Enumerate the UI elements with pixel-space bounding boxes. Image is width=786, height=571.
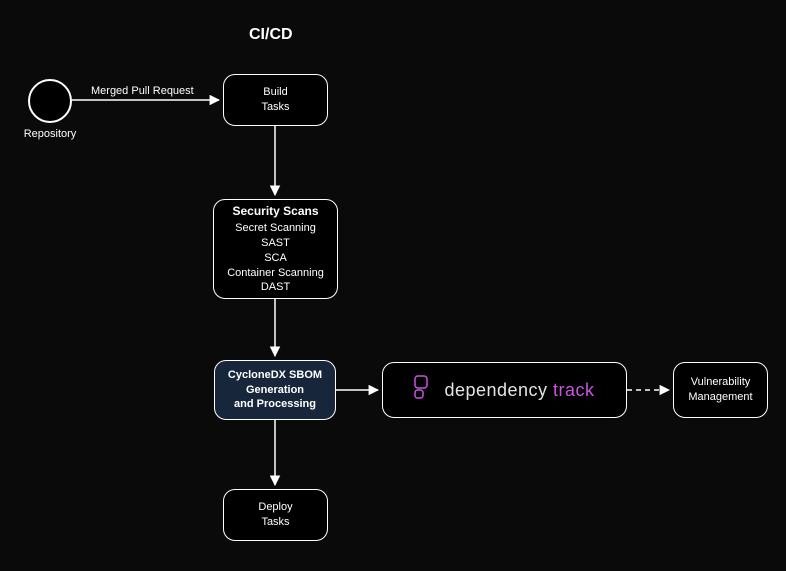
vuln-l2: Management [688, 390, 752, 405]
vulnerability-management-node: Vulnerability Management [673, 362, 768, 418]
vuln-l1: Vulnerability [691, 375, 751, 390]
security-l5: DAST [261, 280, 290, 295]
security-l4: Container Scanning [227, 266, 324, 281]
deptrack-word2: track [553, 380, 595, 400]
dependency-track-node: dependency track [382, 362, 627, 418]
security-l3: SCA [264, 251, 287, 266]
sbom-l3: and Processing [234, 397, 316, 412]
deptrack-word1: dependency [444, 380, 547, 400]
build-line2: Tasks [261, 100, 289, 115]
sbom-l1: CycloneDX SBOM [228, 368, 322, 383]
edge-label-merged-pr: Merged Pull Request [91, 85, 194, 97]
repository-label: Repository [20, 128, 80, 140]
deploy-line1: Deploy [258, 500, 292, 515]
build-line1: Build [263, 85, 287, 100]
diagram-title: CI/CD [249, 26, 293, 44]
security-scans-node: Security Scans Secret Scanning SAST SCA … [213, 199, 338, 299]
dependency-track-text: dependency track [444, 378, 594, 402]
security-l2: SAST [261, 236, 290, 251]
deploy-tasks-node: Deploy Tasks [223, 489, 328, 541]
build-tasks-node: Build Tasks [223, 74, 328, 126]
repository-node [28, 79, 72, 123]
sbom-node: CycloneDX SBOM Generation and Processing [214, 360, 336, 420]
security-heading: Security Scans [232, 203, 318, 219]
deploy-line2: Tasks [261, 515, 289, 530]
sbom-l2: Generation [246, 383, 304, 398]
dependency-track-icon [414, 375, 436, 406]
security-l1: Secret Scanning [235, 221, 316, 236]
